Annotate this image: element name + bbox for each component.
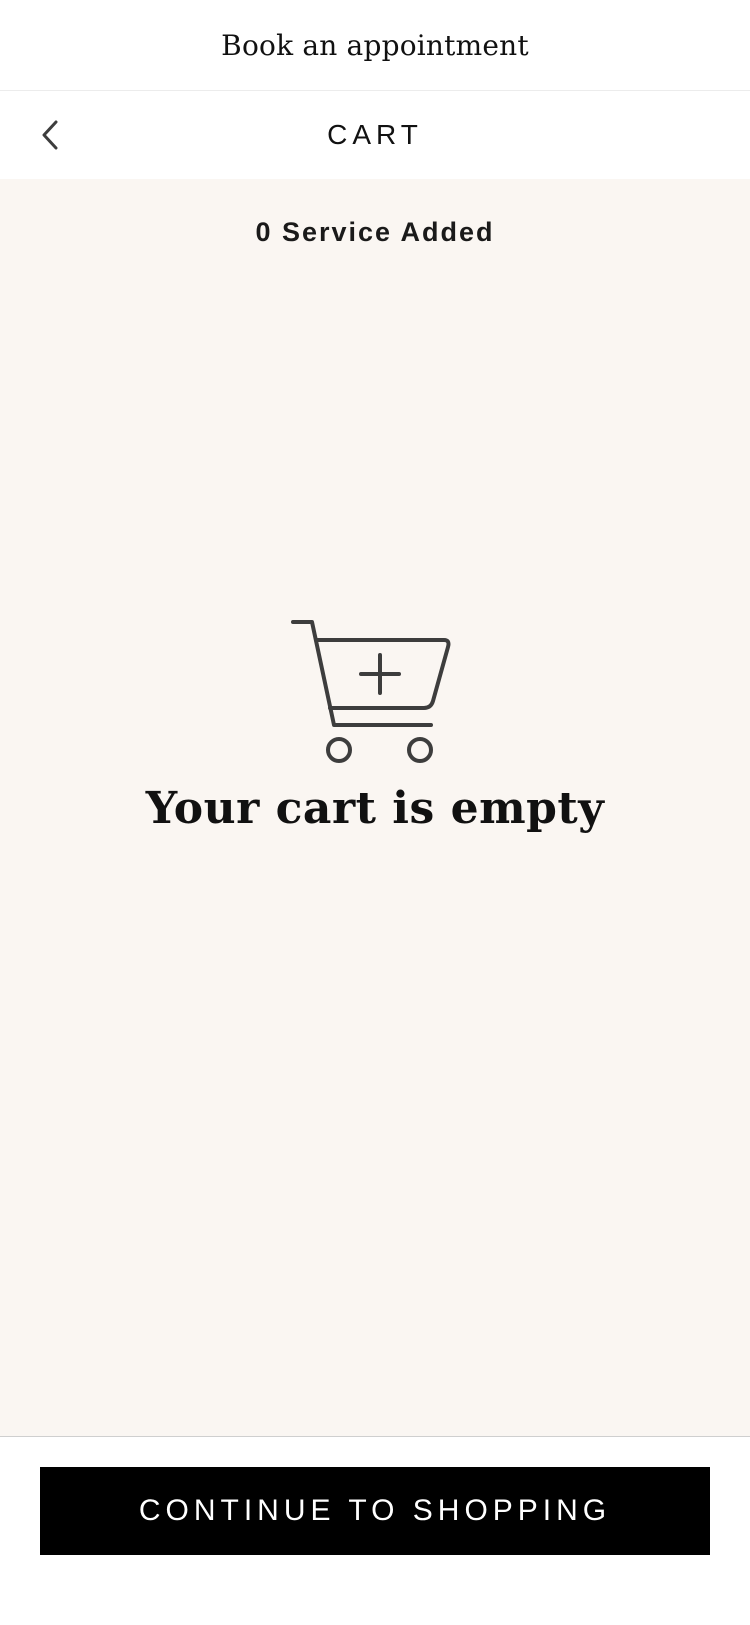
page-title: CART <box>327 119 423 150</box>
chevron-left-icon <box>42 120 58 150</box>
continue-shopping-button[interactable]: CONTINUE TO SHOPPING <box>40 1467 710 1555</box>
top-bar: Book an appointment <box>0 0 750 91</box>
cart-header: CART <box>0 91 750 179</box>
footer: CONTINUE TO SHOPPING <box>0 1436 750 1625</box>
service-count: 0 Service Added <box>255 217 495 247</box>
book-appointment-link[interactable]: Book an appointment <box>221 29 529 62</box>
back-button[interactable] <box>30 109 70 161</box>
empty-cart-state: Your cart is empty <box>0 619 750 834</box>
empty-cart-title: Your cart is empty <box>145 783 605 834</box>
cart-content: 0 Service Added Your cart is empty <box>0 179 750 1436</box>
cart-plus-icon <box>291 620 451 763</box>
